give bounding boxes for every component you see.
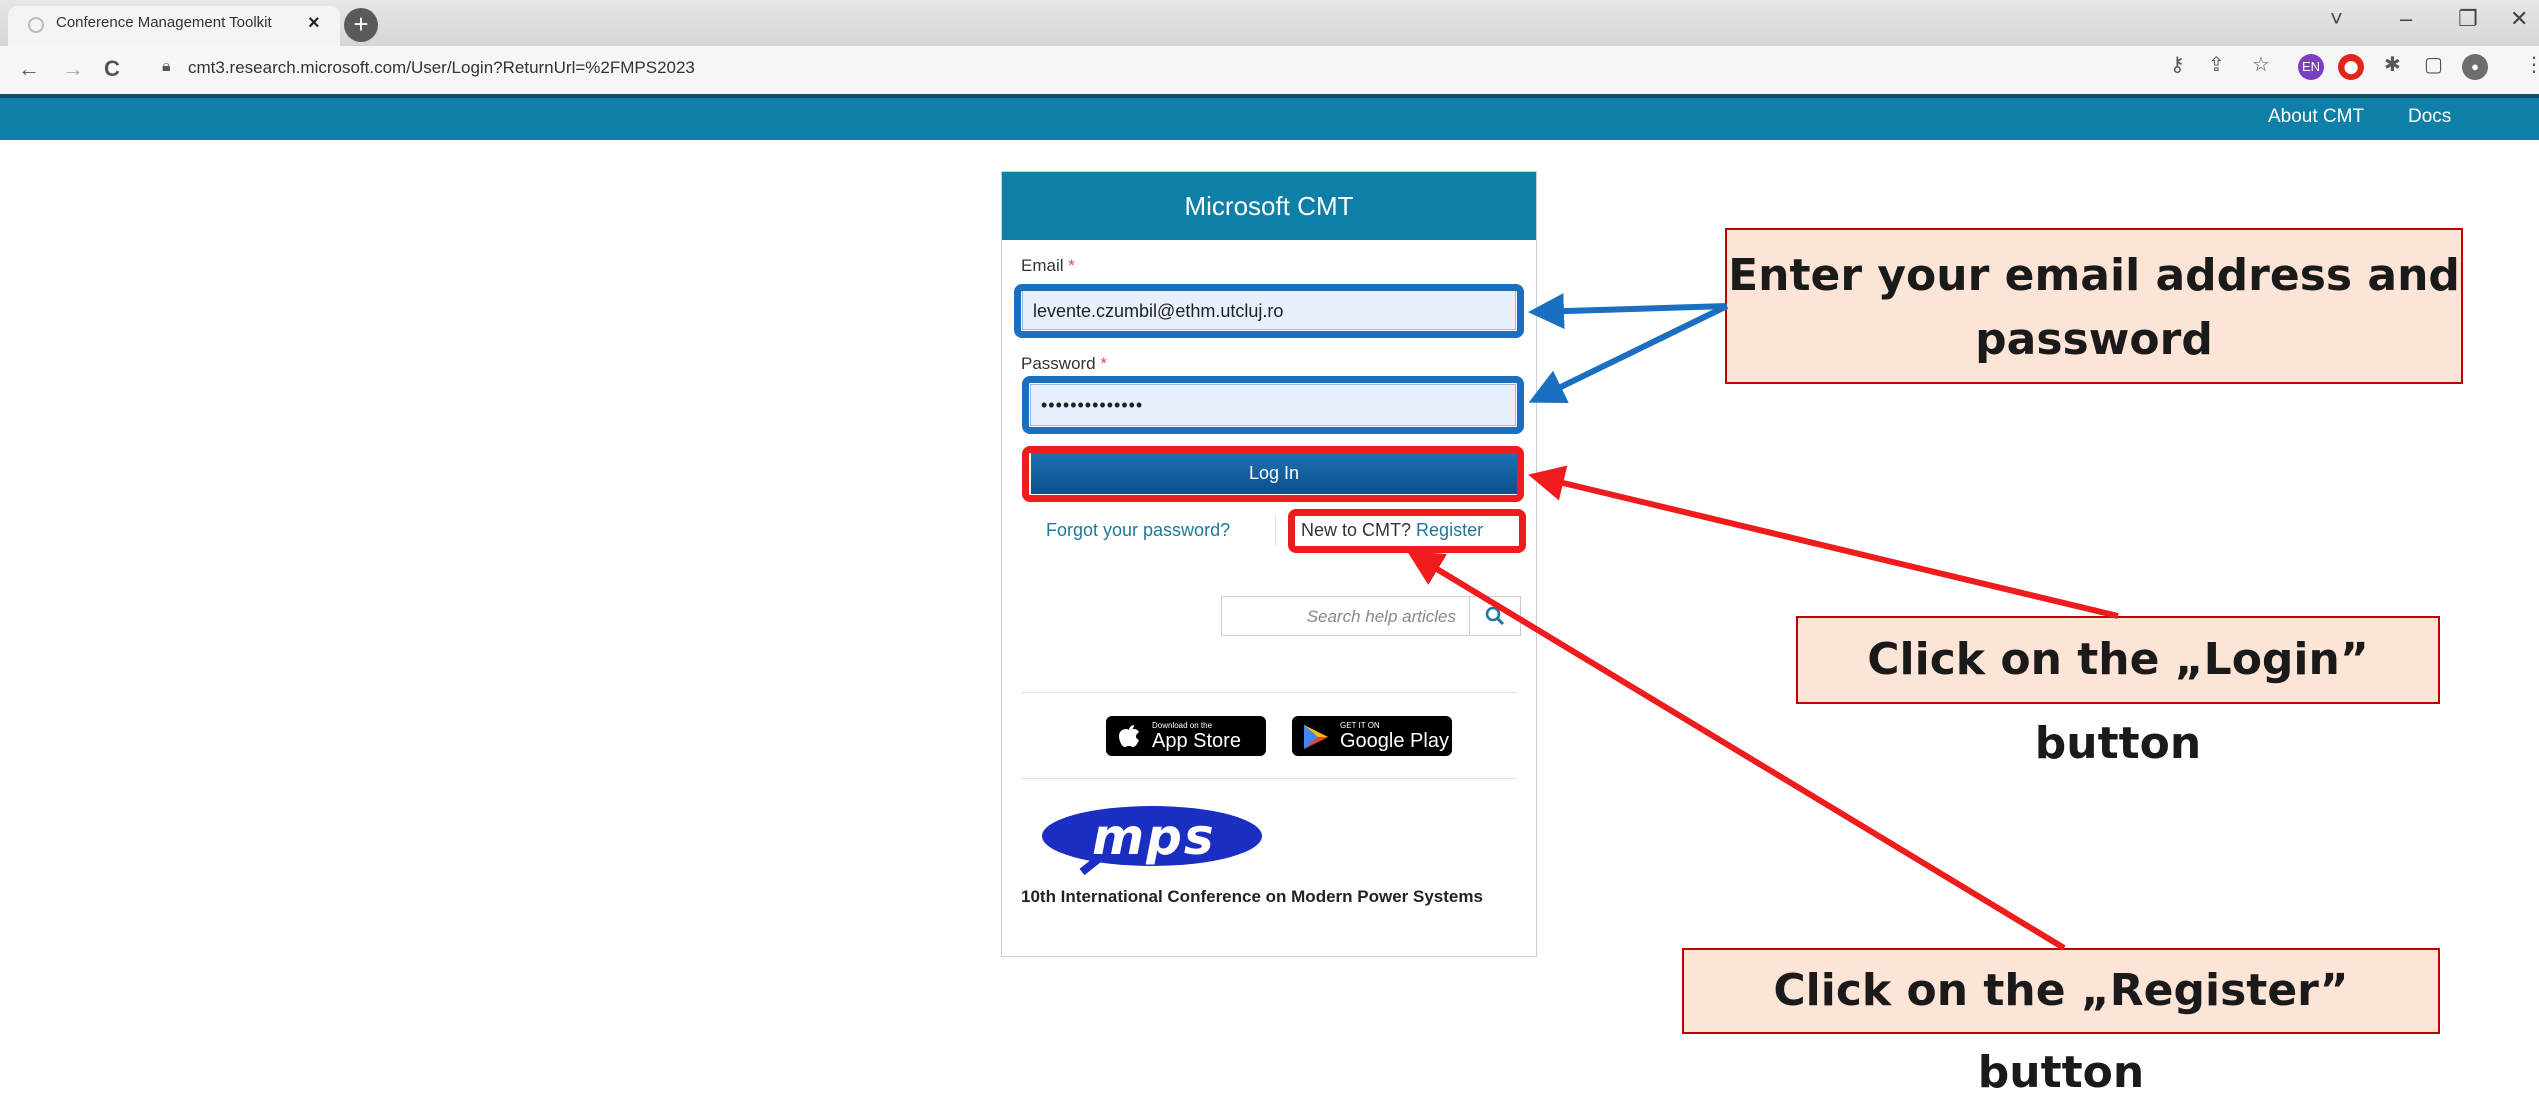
section-divider: [1021, 778, 1517, 779]
mps-logo-text: mps: [1092, 808, 1216, 866]
minimize-icon[interactable]: –: [2400, 6, 2412, 32]
email-highlight-box: [1014, 284, 1524, 338]
section-divider: [1021, 692, 1517, 693]
bookmark-star-icon[interactable]: ☆: [2252, 52, 2270, 77]
tab-search-chevron-icon[interactable]: ˅: [2330, 6, 2343, 32]
required-mark: *: [1068, 256, 1075, 275]
required-mark: *: [1100, 354, 1107, 373]
email-label-text: Email: [1021, 256, 1064, 275]
extensions-puzzle-icon[interactable]: ✱: [2384, 52, 2401, 77]
apple-icon: [1118, 722, 1140, 753]
search-input[interactable]: Search help articles: [1232, 607, 1456, 627]
login-callout: Click on the „Login” button: [1796, 616, 2440, 769]
new-tab-button[interactable]: +: [344, 8, 378, 42]
key-icon[interactable]: ⚷: [2170, 52, 2185, 77]
docs-link[interactable]: Docs: [2408, 106, 2451, 128]
tab-close-icon[interactable]: ×: [308, 12, 320, 35]
google-play-small-text: GET IT ON: [1340, 721, 1380, 730]
close-window-icon[interactable]: ✕: [2510, 6, 2528, 32]
about-cmt-link[interactable]: About CMT: [2268, 106, 2364, 128]
lock-icon: 🔒︎: [162, 58, 171, 75]
google-play-label: Google Play: [1340, 730, 1449, 752]
forward-icon[interactable]: →: [62, 56, 84, 82]
browser-tab-bar: [0, 0, 2539, 46]
app-store-label: App Store: [1152, 730, 1241, 752]
menu-kebab-icon[interactable]: ⋮: [2524, 52, 2539, 77]
password-highlight-box: [1022, 376, 1524, 434]
tab-title: Conference Management Toolkit: [56, 14, 272, 31]
site-header: [0, 94, 2539, 140]
login-highlight-box: [1022, 446, 1524, 502]
conference-name: 10th International Conference on Modern …: [1021, 887, 1483, 906]
register-highlight-box: [1288, 509, 1526, 553]
mps-logo: mps: [1022, 800, 1286, 876]
forgot-password-link[interactable]: Forgot your password?: [1046, 520, 1230, 541]
password-label: Password *: [1021, 354, 1107, 374]
password-label-text: Password: [1021, 354, 1096, 373]
restore-icon[interactable]: ❐: [2458, 6, 2478, 32]
arrow-to-email: [1528, 293, 1728, 330]
google-play-badge[interactable]: GET IT ON Google Play: [1292, 716, 1452, 756]
login-card-title: Microsoft CMT: [1002, 172, 1536, 240]
sidebar-icon[interactable]: ▢: [2424, 52, 2443, 77]
email-label: Email *: [1021, 256, 1075, 276]
back-icon[interactable]: ←: [18, 56, 40, 82]
app-store-badge[interactable]: Download on the App Store: [1106, 716, 1266, 756]
reload-icon[interactable]: C: [104, 56, 120, 82]
app-store-small-text: Download on the: [1152, 721, 1213, 730]
search-icon[interactable]: [1469, 597, 1520, 635]
address-bar[interactable]: 🔒︎ cmt3.research.microsoft.com/User/Logi…: [148, 52, 2148, 84]
help-search[interactable]: Search help articles: [1221, 596, 1521, 636]
share-icon[interactable]: ⇪: [2208, 52, 2225, 77]
profile-avatar[interactable]: ●: [2462, 54, 2488, 80]
arrow-to-password: [1528, 303, 1729, 404]
extension-en-icon[interactable]: EN: [2298, 54, 2324, 80]
extension-shield-icon[interactable]: ⬤: [2338, 54, 2364, 80]
browser-tab[interactable]: Conference Management Toolkit ×: [8, 6, 340, 46]
play-icon: [1302, 723, 1330, 756]
arrow-to-login: [1528, 465, 2119, 619]
register-callout: Click on the „Register” button: [1682, 948, 2440, 1098]
link-divider: [1275, 516, 1276, 546]
credentials-callout: Enter your email address and password: [1725, 228, 2463, 384]
url-text: cmt3.research.microsoft.com/User/Login?R…: [188, 58, 695, 77]
tab-favicon-icon: [28, 17, 44, 33]
